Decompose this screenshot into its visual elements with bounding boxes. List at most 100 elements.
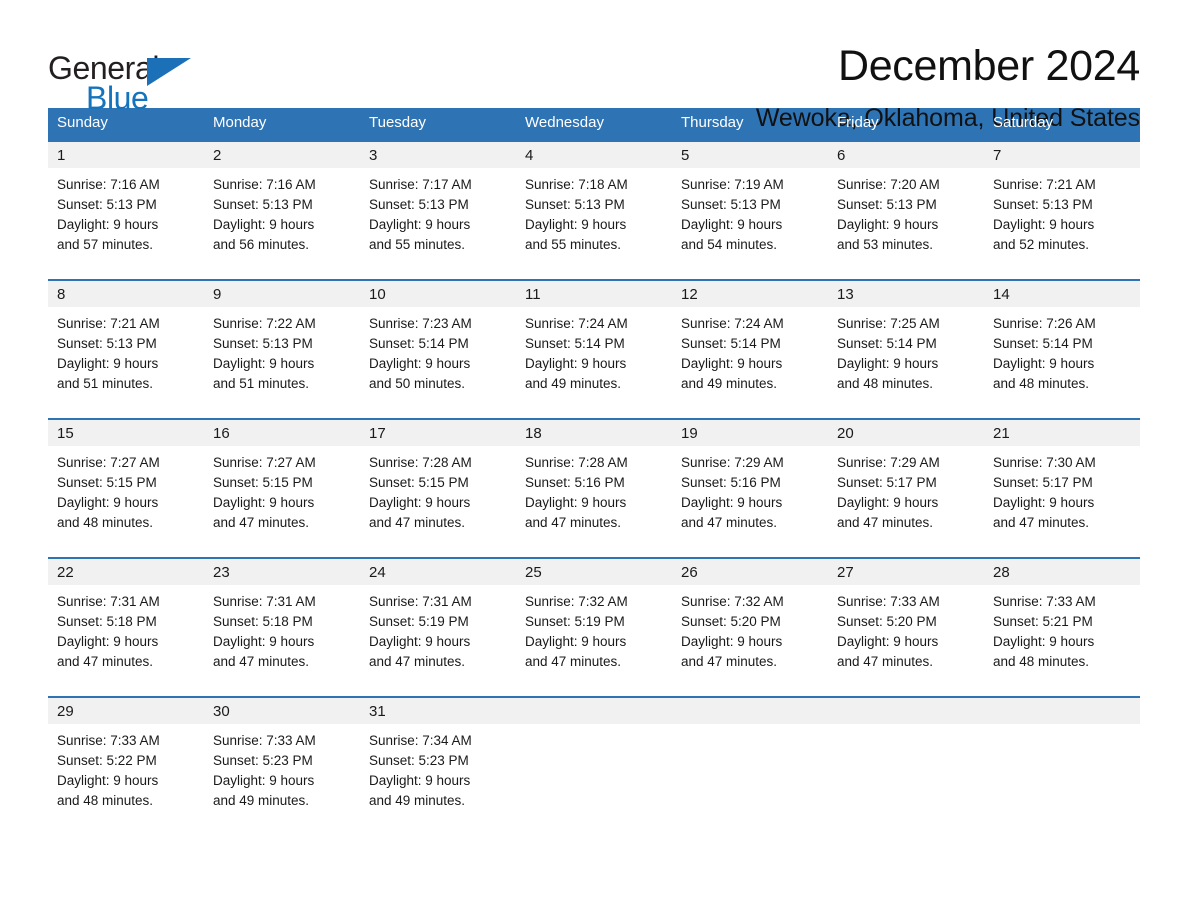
logo-text-blue: Blue [86,80,149,116]
daylight-text-line2: and 47 minutes. [369,653,466,669]
day-number: 28 [984,558,1140,585]
day-sun-info: Sunrise: 7:30 AM Sunset: 5:17 PM Daylight:… [984,446,1140,547]
day-number: 20 [828,419,984,446]
calendar-day-cell[interactable]: 18 Sunrise: 7:28 AM Sunset: 5:16 PM Dayligh… [516,417,672,547]
day-sun-info [672,724,828,812]
sunrise-text: Sunrise: 7:31 AM [369,593,472,609]
sunset-text: Sunset: 5:21 PM [993,613,1093,629]
daylight-text-line2: and 49 minutes. [369,792,466,808]
sunset-text: Sunset: 5:17 PM [837,474,937,490]
sunrise-text: Sunrise: 7:17 AM [369,176,472,192]
sunset-text: Sunset: 5:20 PM [837,613,937,629]
week-row-spacer [48,268,1140,280]
day-sun-info [984,724,1140,812]
calendar-day-cell[interactable]: 2 Sunrise: 7:16 AM Sunset: 5:13 PM Daylight… [204,139,360,269]
sunset-text: Sunset: 5:19 PM [525,613,625,629]
day-sun-info [828,724,984,812]
sunset-text: Sunset: 5:22 PM [57,752,157,768]
daylight-text-line1: Daylight: 9 hours [525,216,627,232]
calendar-day-cell[interactable]: 27 Sunrise: 7:33 AM Sunset: 5:20 PM Dayligh… [828,556,984,686]
calendar-day-cell[interactable]: 29 Sunrise: 7:33 AM Sunset: 5:22 PM Dayligh… [48,695,204,825]
day-sun-info: Sunrise: 7:29 AM Sunset: 5:17 PM Daylight:… [828,446,984,547]
calendar-day-cell[interactable]: 24 Sunrise: 7:31 AM Sunset: 5:19 PM Dayligh… [360,556,516,686]
calendar-day-cell[interactable]: 5 Sunrise: 7:19 AM Sunset: 5:13 PM Daylight… [672,139,828,269]
calendar-day-cell[interactable]: 26 Sunrise: 7:32 AM Sunset: 5:20 PM Dayligh… [672,556,828,686]
sunset-text: Sunset: 5:19 PM [369,613,469,629]
calendar-day-cell[interactable]: 3 Sunrise: 7:17 AM Sunset: 5:13 PM Daylight… [360,139,516,269]
day-sun-info: Sunrise: 7:31 AM Sunset: 5:19 PM Daylight:… [360,585,516,686]
daylight-text-line1: Daylight: 9 hours [837,494,939,510]
daylight-text-line1: Daylight: 9 hours [57,355,159,371]
sunrise-text: Sunrise: 7:27 AM [57,454,160,470]
daylight-text-line2: and 48 minutes. [837,375,934,391]
day-sun-info: Sunrise: 7:34 AM Sunset: 5:23 PM Daylight:… [360,724,516,825]
day-sun-info: Sunrise: 7:21 AM Sunset: 5:13 PM Daylight:… [48,307,204,408]
sunrise-text: Sunrise: 7:22 AM [213,315,316,331]
calendar-day-cell[interactable]: 14 Sunrise: 7:26 AM Sunset: 5:14 PM Dayligh… [984,278,1140,408]
calendar-day-cell[interactable]: 12 Sunrise: 7:24 AM Sunset: 5:14 PM Dayligh… [672,278,828,408]
week-row-spacer [48,685,1140,697]
calendar-day-cell[interactable]: 15 Sunrise: 7:27 AM Sunset: 5:15 PM Dayligh… [48,417,204,547]
sunset-text: Sunset: 5:20 PM [681,613,781,629]
general-blue-logo: General Blue [48,44,198,116]
daylight-text-line1: Daylight: 9 hours [213,216,315,232]
sunset-text: Sunset: 5:23 PM [369,752,469,768]
sunrise-text: Sunrise: 7:21 AM [57,315,160,331]
calendar-day-cell[interactable]: 28 Sunrise: 7:33 AM Sunset: 5:21 PM Dayligh… [984,556,1140,686]
daylight-text-line1: Daylight: 9 hours [369,494,471,510]
calendar-day-cell[interactable]: 4 Sunrise: 7:18 AM Sunset: 5:13 PM Daylight… [516,139,672,269]
calendar-day-cell[interactable]: 9 Sunrise: 7:22 AM Sunset: 5:13 PM Daylight… [204,278,360,408]
day-sun-info: Sunrise: 7:16 AM Sunset: 5:13 PM Daylight:… [48,168,204,269]
week-row-spacer-cell [48,407,1140,419]
calendar-day-cell[interactable]: 10 Sunrise: 7:23 AM Sunset: 5:14 PM Dayligh… [360,278,516,408]
daylight-text-line1: Daylight: 9 hours [525,494,627,510]
calendar-day-cell[interactable]: 23 Sunrise: 7:31 AM Sunset: 5:18 PM Dayligh… [204,556,360,686]
calendar-day-cell[interactable]: 6 Sunrise: 7:20 AM Sunset: 5:13 PM Daylight… [828,139,984,269]
daylight-text-line2: and 53 minutes. [837,236,934,252]
daylight-text-line2: and 49 minutes. [525,375,622,391]
sunset-text: Sunset: 5:13 PM [369,196,469,212]
day-sun-info: Sunrise: 7:33 AM Sunset: 5:20 PM Daylight:… [828,585,984,686]
calendar-day-cell[interactable]: 25 Sunrise: 7:32 AM Sunset: 5:19 PM Dayligh… [516,556,672,686]
daylight-text-line2: and 47 minutes. [525,653,622,669]
calendar-day-cell[interactable]: 11 Sunrise: 7:24 AM Sunset: 5:14 PM Dayligh… [516,278,672,408]
day-number: 5 [672,141,828,168]
daylight-text-line1: Daylight: 9 hours [525,355,627,371]
sunset-text: Sunset: 5:18 PM [213,613,313,629]
calendar-day-cell[interactable]: 1 Sunrise: 7:16 AM Sunset: 5:13 PM Daylight… [48,139,204,269]
day-sun-info: Sunrise: 7:16 AM Sunset: 5:13 PM Daylight:… [204,168,360,269]
day-number: 7 [984,141,1140,168]
daylight-text-line2: and 48 minutes. [993,375,1090,391]
day-sun-info: Sunrise: 7:18 AM Sunset: 5:13 PM Daylight:… [516,168,672,269]
daylight-text-line1: Daylight: 9 hours [57,633,159,649]
sunrise-text: Sunrise: 7:29 AM [837,454,940,470]
daylight-text-line2: and 47 minutes. [993,514,1090,530]
day-number [828,697,984,724]
daylight-text-line2: and 47 minutes. [837,514,934,530]
day-sun-info: Sunrise: 7:19 AM Sunset: 5:13 PM Daylight:… [672,168,828,269]
day-number: 2 [204,141,360,168]
calendar-day-cell[interactable]: 19 Sunrise: 7:29 AM Sunset: 5:16 PM Dayligh… [672,417,828,547]
calendar-day-cell[interactable]: 17 Sunrise: 7:28 AM Sunset: 5:15 PM Dayligh… [360,417,516,547]
calendar-day-cell[interactable]: 22 Sunrise: 7:31 AM Sunset: 5:18 PM Dayligh… [48,556,204,686]
week-row-spacer [48,407,1140,419]
sunrise-text: Sunrise: 7:33 AM [837,593,940,609]
day-number: 21 [984,419,1140,446]
daylight-text-line2: and 48 minutes. [993,653,1090,669]
calendar-day-cell[interactable]: 8 Sunrise: 7:21 AM Sunset: 5:13 PM Daylight… [48,278,204,408]
calendar-day-cell[interactable]: 20 Sunrise: 7:29 AM Sunset: 5:17 PM Dayligh… [828,417,984,547]
calendar-day-cell[interactable]: 13 Sunrise: 7:25 AM Sunset: 5:14 PM Dayligh… [828,278,984,408]
calendar-day-cell[interactable]: 31 Sunrise: 7:34 AM Sunset: 5:23 PM Dayligh… [360,695,516,825]
calendar-day-cell[interactable]: 7 Sunrise: 7:21 AM Sunset: 5:13 PM Daylight… [984,139,1140,269]
calendar-day-cell[interactable]: 16 Sunrise: 7:27 AM Sunset: 5:15 PM Dayligh… [204,417,360,547]
sunrise-text: Sunrise: 7:27 AM [213,454,316,470]
day-sun-info: Sunrise: 7:27 AM Sunset: 5:15 PM Daylight:… [48,446,204,547]
daylight-text-line1: Daylight: 9 hours [993,494,1095,510]
day-sun-info: Sunrise: 7:21 AM Sunset: 5:13 PM Daylight:… [984,168,1140,269]
calendar-day-cell[interactable]: 21 Sunrise: 7:30 AM Sunset: 5:17 PM Dayligh… [984,417,1140,547]
daylight-text-line2: and 48 minutes. [57,792,154,808]
daylight-text-line1: Daylight: 9 hours [213,633,315,649]
calendar-day-cell[interactable]: 30 Sunrise: 7:33 AM Sunset: 5:23 PM Dayligh… [204,695,360,825]
daylight-text-line1: Daylight: 9 hours [369,633,471,649]
sunset-text: Sunset: 5:13 PM [525,196,625,212]
